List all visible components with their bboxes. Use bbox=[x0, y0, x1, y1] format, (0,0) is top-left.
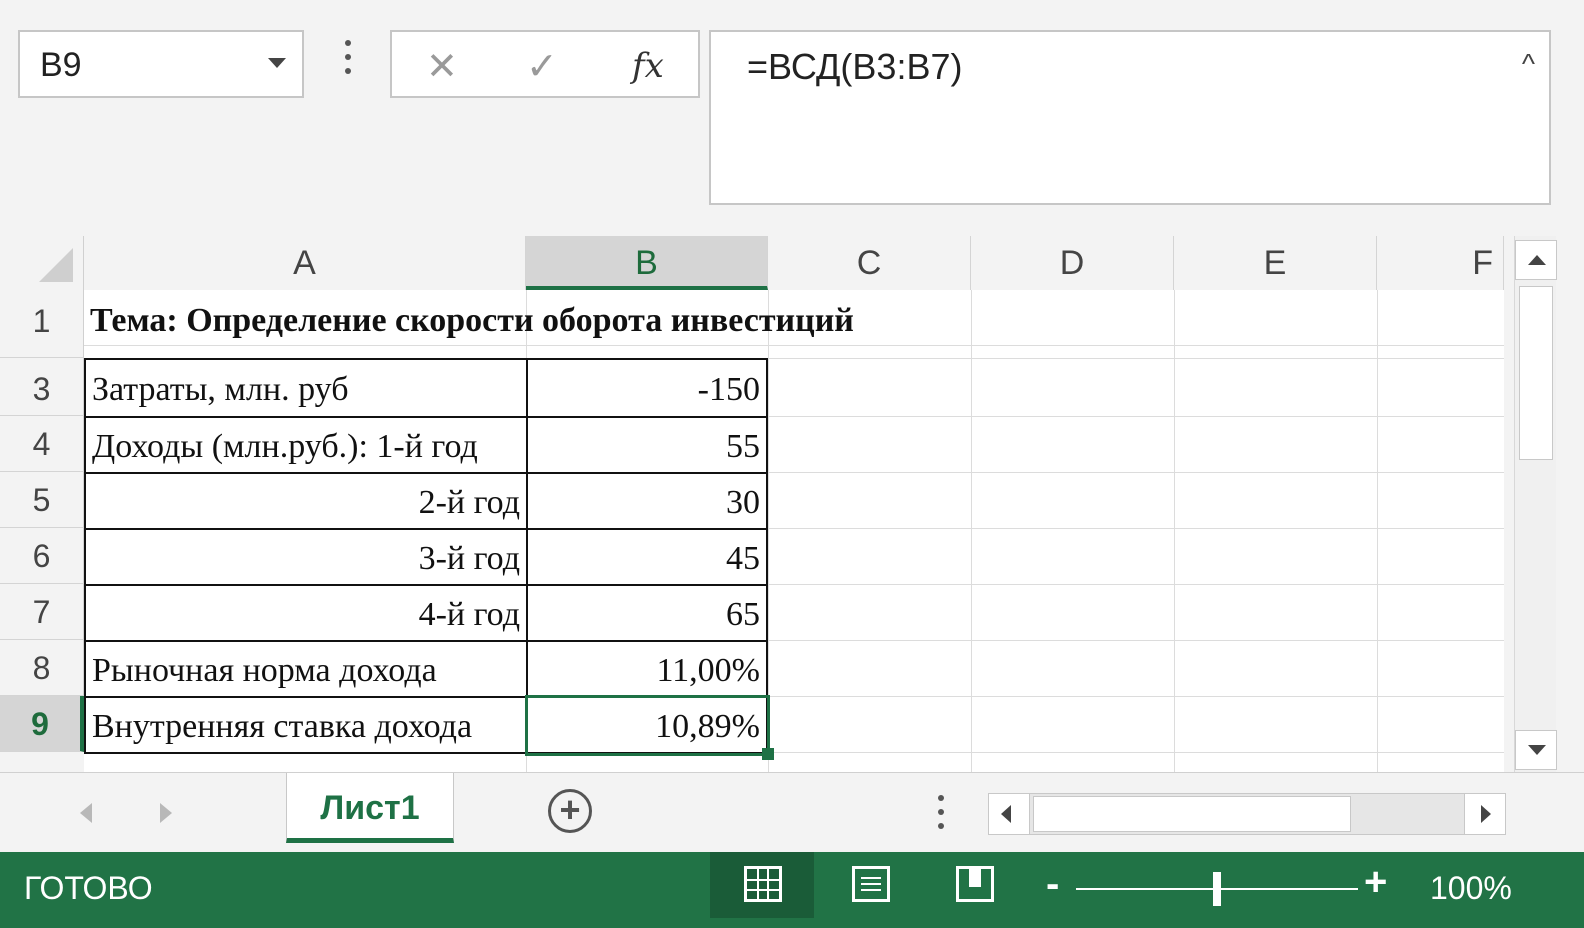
vertical-scrollbar[interactable] bbox=[1514, 236, 1557, 772]
status-bar: ГОТОВО - + 100% bbox=[0, 852, 1584, 928]
insert-function-icon[interactable]: fx bbox=[632, 46, 664, 86]
normal-view-button[interactable] bbox=[710, 852, 814, 918]
column-header-e[interactable]: E bbox=[1174, 236, 1377, 290]
formula-input[interactable]: =ВСД(B3:B7) ^ bbox=[709, 30, 1551, 205]
cell-b8[interactable]: 11,00% bbox=[526, 640, 768, 698]
cell-a9[interactable]: Внутренняя ставка дохода bbox=[84, 696, 528, 754]
select-all-button[interactable] bbox=[0, 236, 84, 290]
active-cell-border bbox=[525, 695, 770, 756]
collapse-icon[interactable]: ^ bbox=[1522, 48, 1535, 80]
horizontal-scrollbar[interactable] bbox=[988, 793, 1506, 835]
worksheet-grid[interactable]: Тема: Определение скорости оборота инвес… bbox=[84, 290, 1504, 772]
row-header-8[interactable]: 8 bbox=[0, 640, 84, 696]
more-options-icon[interactable] bbox=[338, 40, 358, 86]
row-header-7[interactable]: 7 bbox=[0, 584, 84, 640]
cell-a6[interactable]: 3-й год bbox=[84, 528, 528, 586]
fill-handle[interactable] bbox=[762, 748, 774, 760]
add-sheet-icon[interactable]: + bbox=[548, 789, 592, 833]
page-layout-icon bbox=[852, 866, 890, 902]
sheet-tab-bar: Лист1 + bbox=[0, 772, 1584, 852]
cancel-icon[interactable]: ✕ bbox=[426, 44, 458, 89]
zoom-in-button[interactable]: + bbox=[1364, 860, 1387, 905]
cell-b4[interactable]: 55 bbox=[526, 416, 768, 474]
chevron-down-icon[interactable] bbox=[268, 58, 286, 68]
zoom-level[interactable]: 100% bbox=[1430, 870, 1512, 907]
cell-a3[interactable]: Затраты, млн. руб bbox=[84, 358, 528, 418]
cell-a1[interactable]: Тема: Определение скорости оборота инвес… bbox=[84, 298, 854, 354]
column-headers: A B C D E F bbox=[84, 236, 1504, 290]
scroll-up-icon[interactable] bbox=[1515, 240, 1557, 280]
scroll-right-icon[interactable] bbox=[1464, 794, 1505, 834]
scroll-down-icon[interactable] bbox=[1515, 730, 1557, 770]
formula-text: =ВСД(B3:B7) bbox=[747, 46, 963, 87]
cell-a8[interactable]: Рыночная норма дохода bbox=[84, 640, 528, 698]
enter-icon[interactable]: ✓ bbox=[526, 44, 558, 89]
row-header-5[interactable]: 5 bbox=[0, 472, 84, 528]
page-break-view-button[interactable] bbox=[922, 852, 1026, 918]
row-header-6[interactable]: 6 bbox=[0, 528, 84, 584]
column-header-c[interactable]: C bbox=[768, 236, 971, 290]
zoom-out-button[interactable]: - bbox=[1046, 862, 1059, 907]
horizontal-scroll-thumb[interactable] bbox=[1033, 796, 1351, 832]
zoom-slider-thumb[interactable] bbox=[1213, 872, 1221, 906]
row-headers: 1 3 4 5 6 7 8 9 bbox=[0, 290, 84, 772]
previous-sheet-icon[interactable] bbox=[80, 803, 92, 823]
column-header-d[interactable]: D bbox=[971, 236, 1174, 290]
column-header-a[interactable]: A bbox=[84, 236, 526, 290]
name-box[interactable]: B9 bbox=[18, 30, 304, 98]
column-header-f[interactable]: F bbox=[1377, 236, 1504, 290]
tab-splitter-icon[interactable] bbox=[938, 795, 946, 837]
next-sheet-icon[interactable] bbox=[160, 803, 172, 823]
cell-b5[interactable]: 30 bbox=[526, 472, 768, 530]
cell-a4[interactable]: Доходы (млн.руб.): 1-й год bbox=[84, 416, 528, 474]
name-box-value: B9 bbox=[40, 46, 82, 84]
sheet-tab[interactable]: Лист1 bbox=[286, 773, 454, 843]
row-header-9[interactable]: 9 bbox=[0, 696, 84, 752]
scroll-left-icon[interactable] bbox=[989, 794, 1030, 834]
cell-b7[interactable]: 65 bbox=[526, 584, 768, 642]
cell-a7[interactable]: 4-й год bbox=[84, 584, 528, 642]
status-text: ГОТОВО bbox=[24, 870, 153, 906]
row-header-3[interactable]: 3 bbox=[0, 358, 84, 416]
page-break-icon bbox=[956, 866, 994, 902]
vertical-scroll-thumb[interactable] bbox=[1519, 286, 1553, 460]
grid-icon bbox=[744, 866, 782, 902]
cell-a5[interactable]: 2-й год bbox=[84, 472, 528, 530]
cell-b6[interactable]: 45 bbox=[526, 528, 768, 586]
cell-b3[interactable]: -150 bbox=[526, 358, 768, 418]
column-header-b[interactable]: B bbox=[526, 236, 768, 290]
row-header-1[interactable]: 1 bbox=[0, 290, 84, 358]
formula-buttons: ✕ ✓ fx bbox=[390, 30, 700, 98]
page-layout-view-button[interactable] bbox=[818, 852, 922, 918]
row-header-4[interactable]: 4 bbox=[0, 416, 84, 472]
